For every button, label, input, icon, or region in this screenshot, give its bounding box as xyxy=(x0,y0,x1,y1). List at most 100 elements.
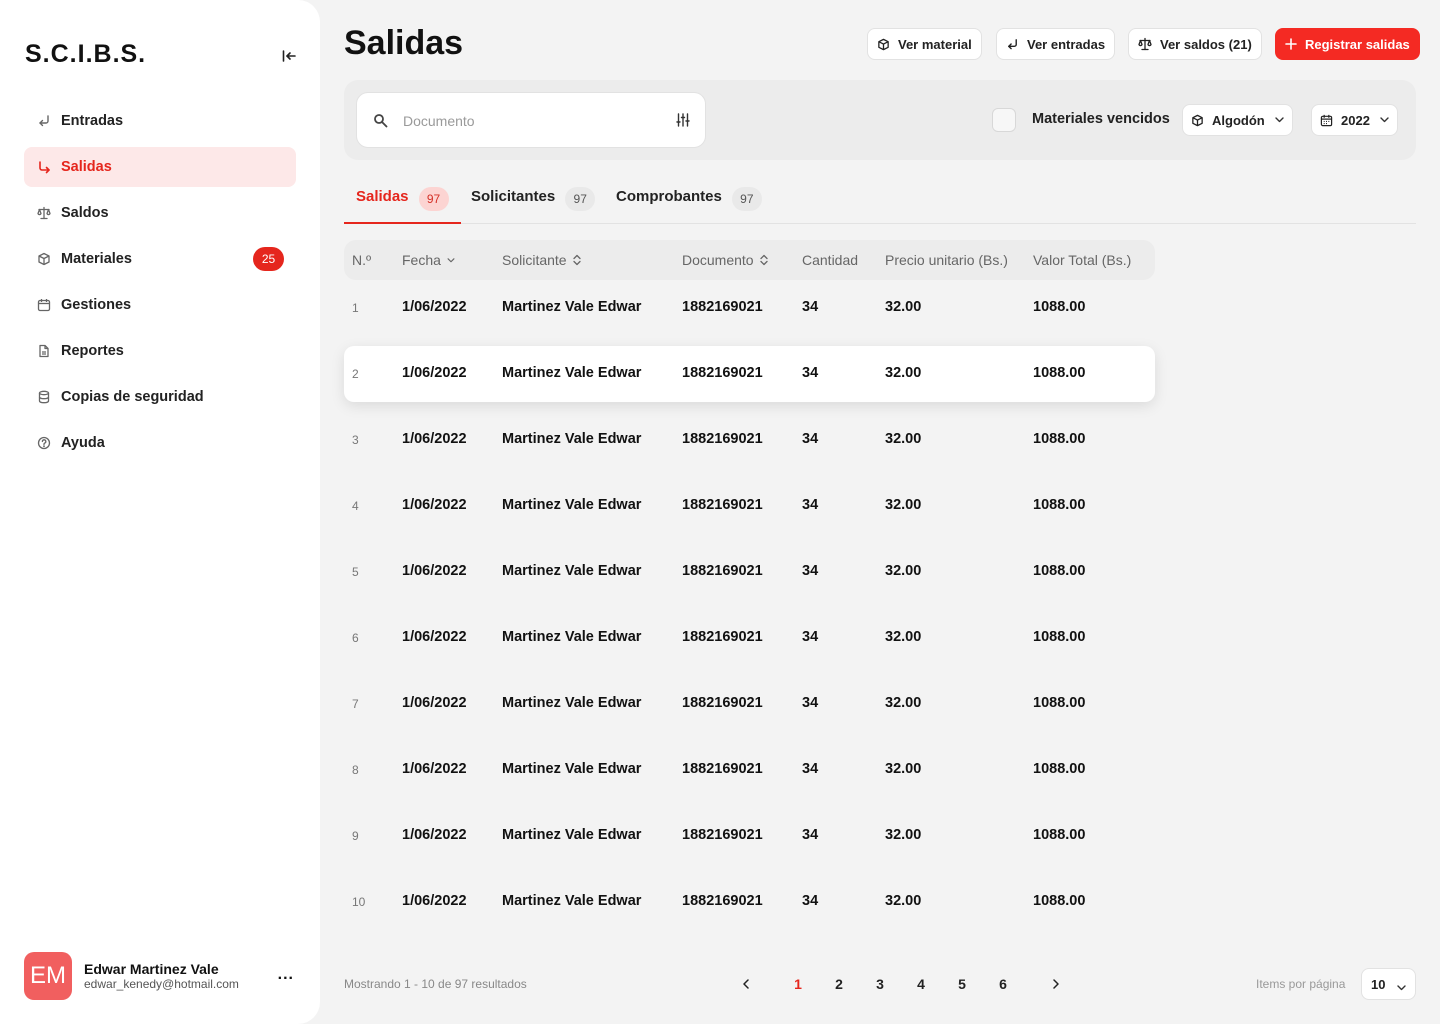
cell-solicitante: Martinez Vale Edwar xyxy=(502,299,642,315)
cell-fecha: 1/06/2022 xyxy=(402,431,467,447)
filter-sliders-icon[interactable] xyxy=(675,112,691,133)
cell-fecha: 1/06/2022 xyxy=(402,827,467,843)
table-row[interactable]: 5 1/06/2022 Martinez Vale Edwar 1882169021 3… xyxy=(344,544,1155,600)
ver-entradas-button[interactable]: Ver entradas xyxy=(996,28,1116,60)
chevron-right-icon xyxy=(1053,979,1059,989)
ver-saldos-button[interactable]: Ver saldos (21) xyxy=(1128,28,1262,60)
cell-documento: 1882169021 xyxy=(682,563,763,579)
database-icon xyxy=(36,389,52,405)
avatar[interactable]: EM xyxy=(24,952,72,1000)
sidebar-item-ayuda[interactable]: Ayuda xyxy=(24,423,296,463)
cell-solicitante: Martinez Vale Edwar xyxy=(502,761,642,777)
cell-num: 7 xyxy=(352,697,359,711)
cell-valor: 1088.00 xyxy=(1033,893,1086,909)
down-right-arrow-icon xyxy=(36,159,52,175)
table-row[interactable]: 3 1/06/2022 Martinez Vale Edwar 1882169021 3… xyxy=(344,412,1155,468)
return-arrow-icon xyxy=(1006,38,1019,51)
year-select-value: 2022 xyxy=(1341,112,1370,128)
items-per-page-select[interactable]: 10 xyxy=(1361,968,1416,1000)
table-row[interactable]: 4 1/06/2022 Martinez Vale Edwar 1882169021 3… xyxy=(344,478,1155,534)
cell-valor: 1088.00 xyxy=(1033,365,1086,381)
cell-documento: 1882169021 xyxy=(682,629,763,645)
cell-cantidad: 34 xyxy=(802,365,819,381)
sidebar-item-copias[interactable]: Copias de seguridad xyxy=(24,377,296,417)
cell-fecha: 1/06/2022 xyxy=(402,563,467,579)
brand-logo: S.C.I.B.S. xyxy=(25,40,147,68)
cell-solicitante: Martinez Vale Edwar xyxy=(502,695,642,711)
column-header-label: Solicitante xyxy=(502,252,567,268)
table-row[interactable]: 10 1/06/2022 Martinez Vale Edwar 1882169021… xyxy=(344,874,1155,930)
page-button-6[interactable]: 6 xyxy=(987,968,1019,1000)
tab-salidas[interactable]: Salidas 97 xyxy=(344,182,461,224)
column-header-fecha[interactable]: Fecha xyxy=(402,252,455,268)
cell-solicitante: Martinez Vale Edwar xyxy=(502,563,642,579)
cell-num: 6 xyxy=(352,631,359,645)
table-row[interactable]: 6 1/06/2022 Martinez Vale Edwar 1882169021 3… xyxy=(344,610,1155,666)
sidebar-item-entradas[interactable]: Entradas xyxy=(24,101,296,141)
tab-solicitantes[interactable]: Solicitantes 97 xyxy=(471,182,596,224)
return-arrow-icon xyxy=(36,113,52,129)
plus-icon xyxy=(1285,38,1297,50)
cell-num: 4 xyxy=(352,499,359,513)
tab-label: Solicitantes xyxy=(471,188,556,205)
user-profile: EM Edwar Martinez Vale edwar_kenedy@hotm… xyxy=(24,952,306,1000)
next-page-button[interactable] xyxy=(1040,968,1072,1000)
sidebar-item-reportes[interactable]: Reportes xyxy=(24,331,296,371)
column-header-solicitante[interactable]: Solicitante xyxy=(502,252,581,268)
table-row[interactable]: 2 1/06/2022 Martinez Vale Edwar 1882169021 3… xyxy=(344,346,1155,402)
sidebar-item-saldos[interactable]: Saldos xyxy=(24,193,296,233)
search-icon xyxy=(373,113,388,133)
cell-valor: 1088.00 xyxy=(1033,497,1086,513)
material-select[interactable]: Algodón xyxy=(1182,104,1293,136)
table-row[interactable]: 7 1/06/2022 Martinez Vale Edwar 1882169021 3… xyxy=(344,676,1155,732)
tab-bar: Salidas 97 Solicitantes 97 Comprobantes … xyxy=(344,182,1416,224)
tab-comprobantes[interactable]: Comprobantes 97 xyxy=(616,182,762,224)
cell-documento: 1882169021 xyxy=(682,827,763,843)
cell-fecha: 1/06/2022 xyxy=(402,365,467,381)
cell-precio: 32.00 xyxy=(885,563,922,579)
collapse-sidebar-button[interactable] xyxy=(278,45,300,67)
cell-num: 2 xyxy=(352,367,359,381)
prev-page-button[interactable] xyxy=(730,968,762,1000)
ver-material-button[interactable]: Ver material xyxy=(867,28,982,60)
collapse-left-icon xyxy=(282,50,296,62)
cell-documento: 1882169021 xyxy=(682,497,763,513)
expired-materials-checkbox[interactable] xyxy=(992,108,1016,132)
cell-cantidad: 34 xyxy=(802,629,819,645)
ver-saldos-label: Ver saldos (21) xyxy=(1160,36,1252,52)
table-row[interactable]: 9 1/06/2022 Martinez Vale Edwar 1882169021 3… xyxy=(344,808,1155,864)
search-input[interactable] xyxy=(403,110,653,132)
help-icon xyxy=(36,435,52,451)
chevron-down-icon xyxy=(1380,117,1389,123)
cell-precio: 32.00 xyxy=(885,629,922,645)
cell-fecha: 1/06/2022 xyxy=(402,695,467,711)
column-header-documento[interactable]: Documento xyxy=(682,252,768,268)
cell-cantidad: 34 xyxy=(802,893,819,909)
page-button-1[interactable]: 1 xyxy=(782,968,814,1000)
cell-precio: 32.00 xyxy=(885,695,922,711)
sidebar-item-gestiones[interactable]: Gestiones xyxy=(24,285,296,325)
tab-count-badge: 97 xyxy=(418,187,449,211)
user-name: Edwar Martinez Vale xyxy=(84,961,219,977)
page-button-5[interactable]: 5 xyxy=(946,968,978,1000)
page-button-2[interactable]: 2 xyxy=(823,968,855,1000)
cell-valor: 1088.00 xyxy=(1033,563,1086,579)
cell-cantidad: 34 xyxy=(802,827,819,843)
page-button-4[interactable]: 4 xyxy=(905,968,937,1000)
registrar-salidas-label: Registrar salidas xyxy=(1305,36,1410,52)
cell-fecha: 1/06/2022 xyxy=(402,299,467,315)
cell-fecha: 1/06/2022 xyxy=(402,629,467,645)
user-menu-button[interactable]: ... xyxy=(278,966,294,984)
registrar-salidas-button[interactable]: Registrar salidas xyxy=(1275,28,1420,60)
cell-documento: 1882169021 xyxy=(682,695,763,711)
page-button-3[interactable]: 3 xyxy=(864,968,896,1000)
page-title: Salidas xyxy=(344,24,464,62)
year-select[interactable]: 2022 xyxy=(1311,104,1398,136)
results-summary: Mostrando 1 - 10 de 97 resultados xyxy=(344,977,527,991)
ver-entradas-label: Ver entradas xyxy=(1027,36,1106,52)
table-row[interactable]: 8 1/06/2022 Martinez Vale Edwar 1882169021 3… xyxy=(344,742,1155,798)
scale-icon xyxy=(36,205,52,221)
table-row[interactable]: 1 1/06/2022 Martinez Vale Edwar 1882169021 3… xyxy=(344,280,1155,336)
sidebar-item-salidas[interactable]: Salidas xyxy=(24,147,296,187)
sidebar-item-materiales[interactable]: Materiales 25 xyxy=(24,239,296,279)
